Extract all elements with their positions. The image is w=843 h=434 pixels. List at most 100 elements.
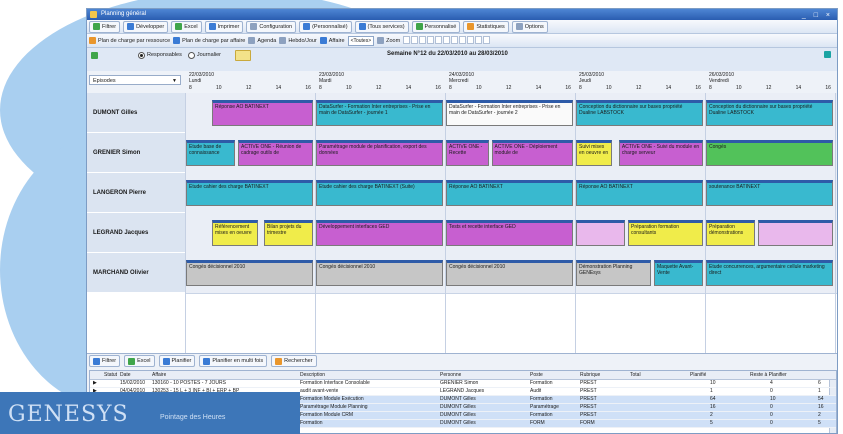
table-cell: 2 <box>818 412 821 418</box>
task-block[interactable]: Congés <box>706 140 833 166</box>
view-hebdo[interactable]: Hebdo/Jour <box>279 37 317 44</box>
day-name: Mercredi <box>449 78 469 84</box>
column-header[interactable]: Reste à Planifier <box>750 371 787 379</box>
toolbar-button-0[interactable]: Filtrer <box>89 20 121 33</box>
task-block[interactable]: Paramétrage module de planification, exp… <box>316 140 443 166</box>
task-block[interactable]: Réponse AO BATINEXT <box>212 100 313 126</box>
format-buttons[interactable] <box>403 35 491 46</box>
hour-tick: 10 <box>736 85 742 91</box>
toolbar-button-4[interactable]: Configuration <box>246 20 297 33</box>
bottom-button-2[interactable]: Planifier <box>158 355 196 367</box>
affaire-select[interactable]: <Toutes> <box>347 35 375 46</box>
task-block[interactable]: Etude cahier des charge BATINEXT <box>186 180 313 206</box>
column-header[interactable]: Description <box>300 371 325 379</box>
toolbar-button-1[interactable]: Développer <box>123 20 169 33</box>
resource-label[interactable]: LEGRAND Jacques <box>87 213 185 253</box>
task-block[interactable]: Etude concurrences, argumentaire cellule… <box>706 260 833 286</box>
table-cell: 4 <box>770 380 773 386</box>
task-block[interactable]: Préparation démonstrations <box>706 220 755 246</box>
task-block[interactable]: Référencement mises en oeuvre <box>212 220 259 246</box>
toolbar-button-label: Configuration <box>259 23 293 30</box>
column-header[interactable]: Total <box>630 371 641 379</box>
task-block[interactable]: Congés décisionnel 2010 <box>316 260 443 286</box>
view-by-affaire[interactable]: Plan de charge par affaire <box>173 37 245 44</box>
column-header[interactable]: Date <box>120 371 131 379</box>
resource-label[interactable]: LANGERON Pierre <box>87 173 185 213</box>
plan-icon <box>162 357 170 365</box>
task-block[interactable]: ACTIVE ONE - Déploiement module de <box>491 140 573 166</box>
bottom-button-0[interactable]: Filtrer <box>89 355 121 367</box>
toolbar-button-3[interactable]: Imprimer <box>204 20 244 33</box>
view-by-resource[interactable]: Plan de charge par ressource <box>89 37 170 44</box>
column-header[interactable]: Statut <box>104 371 117 379</box>
table-cell: Formation <box>530 380 553 386</box>
toolbar-button-6[interactable]: (Tous services) <box>354 20 409 33</box>
row-expand-icon[interactable]: ▶ <box>93 380 97 387</box>
toolbar-button-8[interactable]: Statistiques <box>463 20 509 33</box>
resource-label[interactable]: DUMONT Gilles <box>87 93 185 133</box>
radio-icon <box>138 51 145 59</box>
view-agenda[interactable]: Agenda <box>248 37 276 44</box>
option-journalier[interactable]: Journalier <box>187 51 221 59</box>
hour-tick: 8 <box>319 85 322 91</box>
task-block[interactable]: Bilan projets du trimestre <box>264 220 313 246</box>
planning-grid: DUMONT Gilles GRENIER Simon LANGERON Pierr… <box>87 93 837 353</box>
column-header[interactable]: Poste <box>530 371 543 379</box>
column-header[interactable]: Personne <box>440 371 461 379</box>
task-block[interactable]: Conception du dictionnaire sur bases pro… <box>576 100 703 126</box>
task-block[interactable]: Etude cahier des charge BATINEXT (Suite) <box>316 180 443 206</box>
task-block[interactable]: ACTIVE ONE - Suivi du module en charge s… <box>618 140 703 166</box>
bottom-button-4[interactable]: Rechercher <box>271 355 317 367</box>
day-header: 26/03/2010 Vendredi 8 10 12 14 16 <box>709 72 831 91</box>
task-block[interactable]: Maquette Avant-Vente <box>654 260 703 286</box>
table-cell: 54 <box>818 396 824 402</box>
task-block[interactable]: DataSurfer - Formation Inter entreprises… <box>446 100 573 126</box>
task-block[interactable]: Congés décisionnel 2010 <box>186 260 313 286</box>
column-header[interactable]: Affaire <box>152 371 166 379</box>
column-header[interactable]: Planifié <box>690 371 706 379</box>
task-block[interactable]: ACTIVE ONE - Recette <box>446 140 489 166</box>
task-block[interactable]: Réponse AO BATINEXT <box>446 180 573 206</box>
option-responsables[interactable]: Responsables <box>138 51 182 59</box>
task-block[interactable] <box>576 220 625 246</box>
toolbar-button-7[interactable]: Personnalisé <box>411 20 461 33</box>
task-block[interactable]: Congés décisionnel 2010 <box>446 260 573 286</box>
bottom-button-3[interactable]: Planifier en multi fois <box>199 355 268 367</box>
task-block[interactable] <box>758 220 833 246</box>
view-toolbar: Plan de charge par ressource Plan de cha… <box>87 34 837 48</box>
task-block[interactable]: Démonstration Planning GENEsys <box>576 260 651 286</box>
task-block[interactable]: soutenance BATINEXT <box>706 180 833 206</box>
toolbar-button-2[interactable]: Excel <box>171 20 202 33</box>
task-block[interactable]: Conception du dictionnaire sur bases pro… <box>706 100 833 126</box>
task-block[interactable]: Tests et recette interface GED <box>446 220 573 246</box>
task-block[interactable]: Préparation formation consultants <box>628 220 703 246</box>
resource-label[interactable]: GRENIER Simon <box>87 133 185 173</box>
task-block[interactable]: Suivi mises en oeuvre en <box>576 140 612 166</box>
task-block[interactable]: ACTIVE ONE - Réunion de cadrage outils d… <box>238 140 313 166</box>
toolbar-button-9[interactable]: Options <box>511 20 548 33</box>
toolbar-button-5[interactable]: (Personnalisé) <box>299 20 352 33</box>
table-cell: audit avant-vente <box>300 388 339 394</box>
zoom-control[interactable]: Zoom <box>377 37 400 44</box>
affaire-filter[interactable]: Affaire <box>319 37 345 44</box>
radio-icon <box>187 51 195 59</box>
table-row[interactable]: ▶ 15/02/2010 130160 - 10 POSTES - 7 JOURS F… <box>90 380 836 388</box>
hour-tick: 16 <box>825 85 831 91</box>
episodes-dropdown[interactable]: Episodes ▼ <box>89 75 181 85</box>
day-name: Jeudi <box>579 78 591 84</box>
bottom-button-1[interactable]: Excel <box>124 355 155 367</box>
resource-label[interactable]: MARCHAND Olivier <box>87 253 185 293</box>
task-block[interactable]: Développement interfaces GED <box>316 220 443 246</box>
hour-tick: 12 <box>375 85 382 91</box>
refresh-icon[interactable] <box>91 51 98 59</box>
column-header[interactable]: Rubrique <box>580 371 600 379</box>
task-block[interactable]: DataSurfer - Formation Inter entreprises… <box>316 100 443 126</box>
calendar-picker-icon[interactable] <box>235 49 252 61</box>
task-block[interactable]: Etude base de connaissance <box>186 140 235 166</box>
next-week-icon[interactable] <box>824 51 831 58</box>
toolbar-button-label: Développer <box>136 23 165 30</box>
hour-tick: 10 <box>606 85 612 91</box>
task-block[interactable]: Réponse AO BATINEXT <box>576 180 703 206</box>
table-cell: DUMONT Gilles <box>440 404 476 410</box>
window-controls[interactable]: _ □ × <box>802 10 833 21</box>
